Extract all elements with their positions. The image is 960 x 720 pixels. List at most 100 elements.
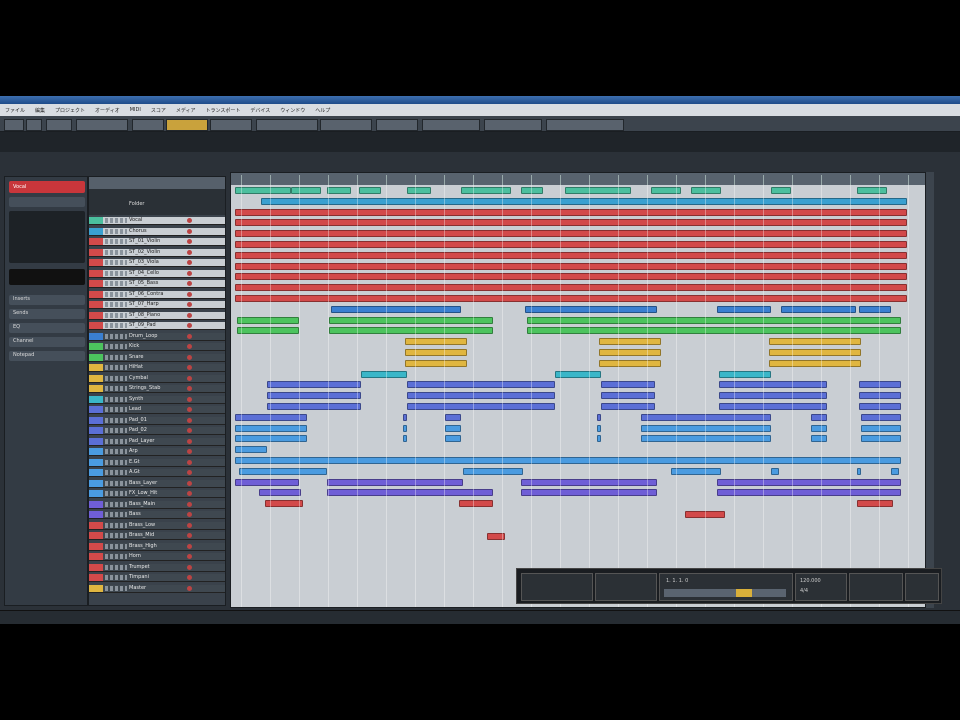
- track-row[interactable]: HiHat: [89, 364, 225, 372]
- midi-part[interactable]: [719, 392, 827, 400]
- track-mute-solo-buttons[interactable]: [105, 333, 127, 339]
- track-row[interactable]: A.Gt: [89, 469, 225, 477]
- midi-part[interactable]: [527, 327, 901, 335]
- midi-part[interactable]: [235, 413, 307, 421]
- midi-part[interactable]: [237, 316, 299, 324]
- midi-part[interactable]: [811, 413, 827, 421]
- midi-part[interactable]: [641, 435, 771, 443]
- toolbar-button[interactable]: [320, 119, 372, 131]
- transport-buttons[interactable]: [664, 589, 786, 597]
- track-mute-solo-buttons[interactable]: [105, 281, 127, 286]
- record-enable-button[interactable]: [187, 459, 192, 465]
- track-row[interactable]: Arp: [89, 448, 225, 456]
- midi-part[interactable]: [597, 435, 601, 443]
- timeline-ruler[interactable]: [231, 173, 925, 185]
- record-enable-button[interactable]: [187, 323, 192, 328]
- track-mute-solo-buttons[interactable]: [105, 218, 127, 223]
- midi-part[interactable]: [235, 273, 907, 281]
- midi-part[interactable]: [599, 349, 661, 356]
- menu-project[interactable]: プロジェクト: [50, 107, 90, 114]
- track-row[interactable]: Timpani: [89, 574, 225, 582]
- inspector-section-channel[interactable]: Channel: [9, 337, 85, 347]
- midi-part[interactable]: [525, 305, 657, 313]
- record-enable-button[interactable]: [187, 564, 192, 570]
- midi-part[interactable]: [403, 424, 407, 432]
- inspector-track-header[interactable]: Vocal: [9, 181, 85, 193]
- midi-part[interactable]: [327, 489, 493, 497]
- record-enable-button[interactable]: [187, 396, 192, 402]
- midi-part[interactable]: [235, 424, 307, 432]
- toolbar-button[interactable]: [132, 119, 164, 131]
- midi-part[interactable]: [641, 424, 771, 432]
- track-row[interactable]: FX_Low_Hit: [89, 490, 225, 498]
- midi-part[interactable]: [237, 327, 299, 335]
- midi-part[interactable]: [691, 187, 721, 194]
- track-row[interactable]: Pad_02: [89, 427, 225, 435]
- midi-part[interactable]: [859, 403, 901, 410]
- midi-part[interactable]: [235, 262, 907, 270]
- record-enable-button[interactable]: [187, 438, 192, 444]
- midi-part[interactable]: [771, 467, 779, 475]
- midi-part[interactable]: [599, 338, 661, 346]
- midi-part[interactable]: [327, 187, 351, 194]
- track-mute-solo-buttons[interactable]: [105, 249, 127, 255]
- midi-part[interactable]: [407, 187, 431, 194]
- track-mute-solo-buttons[interactable]: [105, 491, 127, 496]
- midi-part[interactable]: [859, 381, 901, 389]
- track-mute-solo-buttons[interactable]: [105, 260, 127, 265]
- track-row[interactable]: ST_05_Bass: [89, 280, 225, 288]
- midi-part[interactable]: [857, 187, 887, 194]
- track-row[interactable]: ST_08_Piano: [89, 311, 225, 320]
- record-enable-button[interactable]: [187, 291, 192, 297]
- track-mute-solo-buttons[interactable]: [105, 375, 127, 381]
- midi-part[interactable]: [235, 241, 907, 248]
- record-enable-button[interactable]: [187, 512, 192, 517]
- midi-part[interactable]: [329, 316, 493, 324]
- record-enable-button[interactable]: [187, 386, 192, 391]
- midi-part[interactable]: [891, 467, 899, 475]
- midi-part[interactable]: [861, 413, 901, 421]
- toolbar-button[interactable]: [256, 119, 318, 131]
- midi-part[interactable]: [859, 392, 901, 400]
- track-row[interactable]: ST_06_Contra: [89, 290, 225, 299]
- record-enable-button[interactable]: [187, 491, 192, 496]
- midi-part[interactable]: [407, 381, 555, 389]
- record-enable-button[interactable]: [187, 333, 192, 339]
- record-enable-button[interactable]: [187, 449, 192, 454]
- track-row[interactable]: Lead: [89, 406, 225, 414]
- toolbar-button[interactable]: [46, 119, 72, 131]
- track-row[interactable]: ST_02_Violin: [89, 248, 225, 257]
- transport-locators[interactable]: [595, 573, 657, 601]
- midi-part[interactable]: [641, 413, 771, 421]
- track-mute-solo-buttons[interactable]: [105, 270, 127, 276]
- toolbar-button[interactable]: [26, 119, 42, 131]
- midi-part[interactable]: [267, 381, 361, 389]
- track-row[interactable]: Snare: [89, 353, 225, 362]
- track-row[interactable]: Chorus: [89, 227, 225, 236]
- midi-part[interactable]: [235, 295, 907, 302]
- track-mute-solo-buttons[interactable]: [105, 386, 127, 391]
- midi-part[interactable]: [565, 187, 631, 194]
- track-row[interactable]: Pad_01: [89, 416, 225, 425]
- toolbar-button[interactable]: [376, 119, 418, 131]
- track-mute-solo-buttons[interactable]: [105, 512, 127, 517]
- track-mute-solo-buttons[interactable]: [105, 302, 127, 307]
- midi-part[interactable]: [599, 359, 661, 367]
- quantize-selector[interactable]: [546, 119, 624, 131]
- midi-part[interactable]: [811, 424, 827, 432]
- record-enable-button[interactable]: [187, 554, 192, 559]
- track-row[interactable]: Kick: [89, 343, 225, 351]
- midi-part[interactable]: [407, 392, 555, 400]
- track-mute-solo-buttons[interactable]: [105, 323, 127, 328]
- vertical-scrollbar[interactable]: [926, 172, 934, 608]
- midi-part[interactable]: [359, 187, 381, 194]
- track-mute-solo-buttons[interactable]: [105, 239, 127, 244]
- track-mute-solo-buttons[interactable]: [105, 365, 127, 370]
- midi-part[interactable]: [521, 187, 543, 194]
- midi-part[interactable]: [361, 370, 407, 378]
- midi-part[interactable]: [771, 187, 791, 194]
- record-enable-button[interactable]: [187, 375, 192, 381]
- midi-part[interactable]: [235, 219, 907, 227]
- record-enable-button[interactable]: [187, 344, 192, 349]
- record-enable-button[interactable]: [187, 428, 192, 433]
